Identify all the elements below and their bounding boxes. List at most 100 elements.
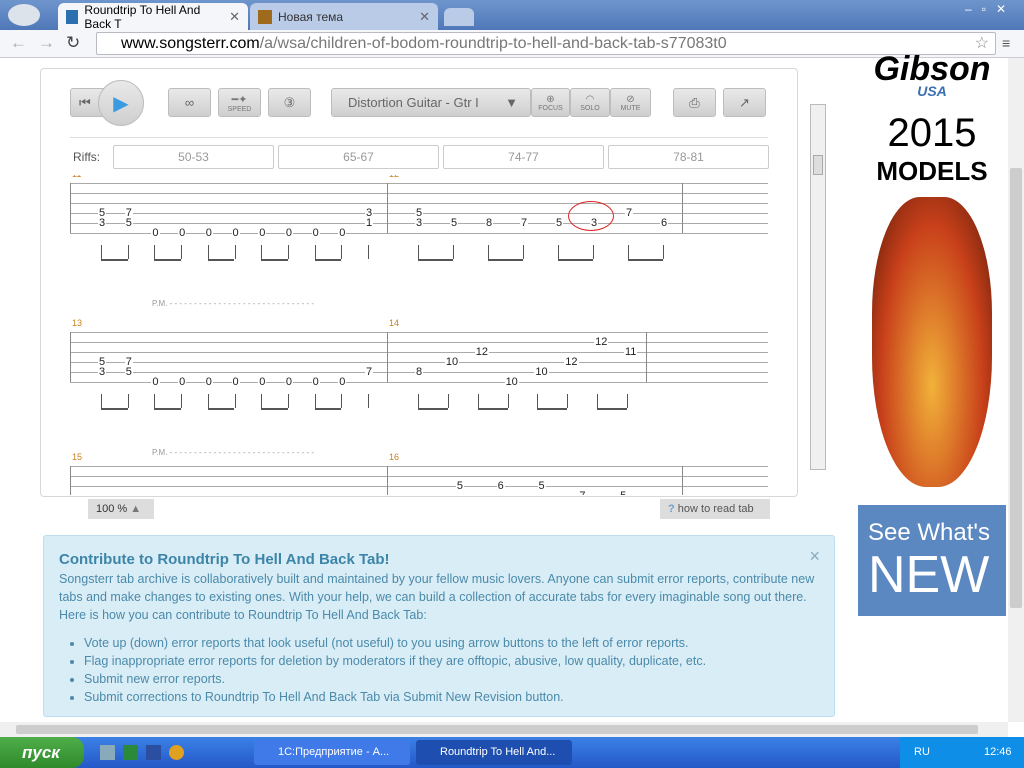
tab-note: 0 [231, 227, 240, 239]
excel-icon[interactable] [123, 745, 138, 760]
window-controls[interactable]: –▫✕ [965, 2, 1016, 16]
note-beam [101, 259, 128, 261]
tab-note: 0 [284, 376, 294, 388]
note-stem [314, 245, 316, 259]
countin-button[interactable]: ③ [268, 88, 311, 117]
track-select[interactable]: Distortion Guitar - Gtr I ▼ [331, 88, 531, 117]
ad-cta-new: NEW [868, 546, 990, 604]
palm-mute-marker: P.M. - - - - - - - - - - - - - - - - - -… [152, 448, 315, 457]
tab-note: 5 [124, 217, 133, 229]
riff-button[interactable]: 78-81 [608, 145, 769, 169]
word-icon[interactable] [146, 745, 161, 760]
note-beam [314, 259, 342, 261]
note-stem [127, 394, 129, 408]
focus-button[interactable]: ⊕ FOCUS [531, 88, 570, 117]
zoom-up-icon[interactable]: ▲ [130, 503, 141, 515]
note-stem [418, 245, 419, 259]
chrome-icon[interactable] [169, 745, 184, 760]
how-to-read-tab-link[interactable]: ? how to read tab [660, 499, 770, 519]
measure-number: 11 [72, 175, 81, 179]
loop-button[interactable]: ∞ [168, 88, 211, 117]
mute-button[interactable]: ⊘ MUTE [610, 88, 651, 117]
close-tab-icon[interactable]: ✕ [419, 9, 430, 25]
new-tab-button[interactable] [444, 8, 474, 26]
menu-icon[interactable]: ≡ [1002, 35, 1010, 51]
share-button[interactable]: ↗ [723, 88, 766, 117]
measure-number: 13 [72, 318, 83, 328]
note-beam [537, 408, 568, 410]
start-button[interactable]: пуск [0, 737, 84, 768]
list-item: Flag inappropriate error reports for del… [84, 652, 819, 670]
solo-button[interactable]: ◠ SOLO [570, 88, 610, 117]
note-stem [234, 394, 236, 408]
note-beam [154, 408, 182, 410]
riffs-label: Riffs: [73, 150, 101, 164]
tab-note: 10 [504, 376, 519, 388]
tab-note: 5 [455, 480, 464, 492]
speed-button[interactable]: ━✦ SPEED [218, 88, 261, 117]
print-button[interactable]: ⎙ [673, 88, 716, 117]
gibson-ad[interactable]: Gibson USA 2015 MODELS See What's NEW [858, 50, 1006, 616]
tab-note: 0 [178, 227, 187, 239]
measure-number: 15 [72, 452, 83, 462]
contribute-title: Contribute to Roundtrip To Hell And Back… [59, 551, 390, 568]
riff-button[interactable]: 50-53 [113, 145, 274, 169]
tab-note: 6 [660, 217, 669, 229]
forward-icon[interactable]: → [38, 33, 55, 53]
riff-button[interactable]: 74-77 [443, 145, 604, 169]
note-stem [418, 394, 419, 408]
page-vertical-scrollbar[interactable] [1008, 58, 1024, 722]
taskbar-item-chrome[interactable]: Roundtrip To Hell And... [416, 740, 572, 765]
zoom-value: 100 % [96, 503, 128, 515]
note-beam [418, 259, 453, 261]
zoom-control[interactable]: 100 % ▲ [88, 499, 154, 519]
back-icon[interactable]: ← [10, 33, 27, 53]
tab-note: 0 [151, 227, 160, 239]
desktop-icon[interactable] [100, 745, 115, 760]
tab-notation[interactable]: 11 5 3 7 5 0 0 0 0 0 0 0 0 3 1 P.M. - - - - - - - - - -… [70, 175, 768, 495]
note-stem [341, 394, 343, 408]
note-beam [628, 259, 663, 261]
language-indicator[interactable]: RU [914, 746, 930, 758]
note-stem [537, 394, 539, 408]
reload-icon[interactable]: ↻ [66, 33, 80, 53]
tab-note: 5 [124, 366, 133, 378]
note-beam [261, 259, 288, 261]
tab-note: 1 [365, 217, 374, 229]
note-beam [477, 408, 508, 410]
staff-line [70, 332, 768, 333]
riff-button[interactable]: 65-67 [278, 145, 439, 169]
contribute-text: Songsterr tab archive is collaboratively… [59, 572, 815, 622]
tab-note: 5 [555, 217, 564, 229]
tab-note: 7 [625, 207, 634, 219]
taskbar-item-1c[interactable]: 1С:Предприятие - А... [254, 740, 410, 765]
play-button[interactable]: ▶ [98, 80, 144, 126]
note-stem [523, 245, 524, 259]
taskbar: пуск 1С:Предприятие - А... Roundtrip To … [0, 737, 1024, 768]
browser-tab-songsterr[interactable]: Roundtrip To Hell And Back T ✕ [58, 3, 248, 31]
list-item: Vote up (down) error reports that look u… [84, 634, 819, 652]
note-stem [261, 245, 263, 259]
note-stem [101, 394, 102, 408]
staff-line [70, 352, 768, 353]
tab-note: 12 [564, 356, 579, 368]
forum-favicon [258, 9, 272, 24]
list-item: Submit new error reports. [84, 670, 819, 688]
ad-year: 2015 [887, 111, 977, 155]
note-stem [314, 394, 316, 408]
incognito-icon [8, 4, 40, 26]
staff-line [70, 203, 768, 204]
taskbar-item-label: Roundtrip To Hell And... [440, 746, 556, 758]
page-horizontal-scrollbar[interactable] [0, 722, 1008, 737]
bar-line [70, 183, 71, 233]
close-icon[interactable]: × [809, 546, 820, 567]
tab-note: 0 [178, 376, 187, 388]
close-tab-icon[interactable]: ✕ [229, 9, 240, 25]
tab-scrollbar[interactable] [810, 104, 826, 470]
staff-line [70, 466, 768, 467]
browser-tab-forum[interactable]: Новая тема ✕ [250, 3, 438, 30]
note-stem [341, 245, 343, 259]
start-label: пуск [22, 743, 60, 762]
tab-note: 0 [204, 376, 213, 388]
note-stem [368, 245, 369, 259]
